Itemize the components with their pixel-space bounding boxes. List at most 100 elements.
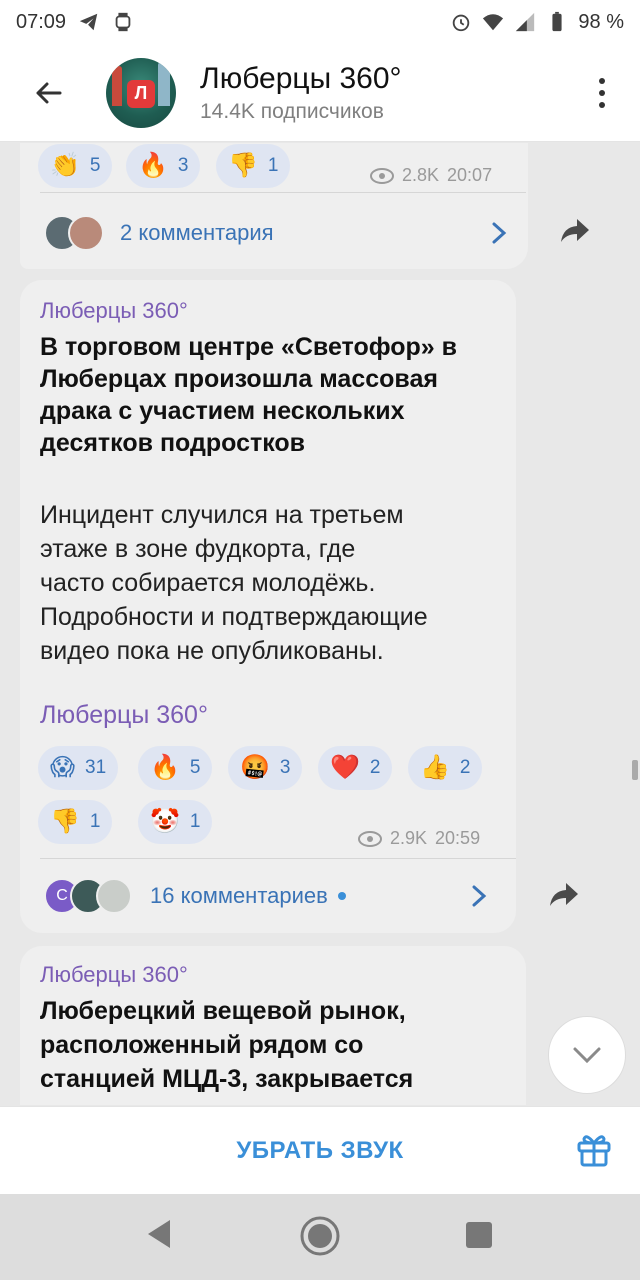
- reaction-count: 5: [189, 757, 201, 778]
- reaction-chip[interactable]: 🤡 1: [138, 800, 213, 844]
- post-text-line: Инцидент случился на третьем: [40, 501, 404, 529]
- post-text-line: часто собирается молодёжь.: [40, 569, 376, 597]
- chat-header: Л Люберцы 360° 14.4K подписчиков: [0, 44, 640, 142]
- reaction-count: 1: [89, 811, 101, 832]
- signal-icon: [516, 12, 535, 32]
- reaction-count: 3: [279, 757, 291, 778]
- divider: [40, 192, 526, 193]
- nav-home-button[interactable]: [298, 1214, 342, 1263]
- reaction-count: 2: [459, 757, 471, 778]
- sender-name[interactable]: Люберцы 360°: [40, 962, 188, 988]
- circle-home-icon: [300, 1216, 340, 1256]
- share-arrow-icon: [561, 219, 589, 242]
- reaction-count: 2: [369, 757, 381, 778]
- reaction-chip[interactable]: 🤬 3: [228, 746, 303, 790]
- dot-icon: [599, 77, 605, 84]
- more-menu-button[interactable]: [590, 73, 614, 113]
- reaction-chip[interactable]: 🔥 3: [126, 144, 201, 188]
- subscriber-count: 14.4K подписчиков: [200, 99, 384, 123]
- scrollbar-thumb[interactable]: [632, 760, 638, 780]
- thumbs-down-icon: 👎: [228, 152, 258, 179]
- channel-bottom-bar: УБРАТЬ ЗВУК: [0, 1106, 640, 1194]
- clown-face-icon: 🤡: [150, 808, 180, 835]
- reaction-chip[interactable]: 👎 1: [216, 144, 291, 188]
- channel-title: Люберцы 360°: [200, 61, 402, 95]
- status-time: 07:09: [16, 10, 67, 33]
- message-time: 20:07: [447, 165, 493, 185]
- commenter-avatar: [68, 215, 104, 251]
- post-title-line: драка с участием нескольких: [40, 397, 405, 425]
- post-text-line: видео пока не опубликованы.: [40, 637, 384, 665]
- mute-button[interactable]: УБРАТЬ ЗВУК: [236, 1137, 403, 1165]
- clapping-hands-icon: 👏: [50, 152, 80, 179]
- battery-icon: [552, 11, 562, 32]
- message-time: 20:59: [435, 828, 481, 848]
- message-list[interactable]: 👏 5 🔥 3 👎 1 2.8K 20:07 2 комментария Люб…: [0, 143, 640, 1105]
- reaction-count: 31: [85, 757, 107, 778]
- eye-icon: [370, 167, 394, 184]
- reaction-count: 1: [189, 811, 201, 832]
- screaming-face-icon: 😱: [50, 754, 76, 781]
- battery-level: 98 %: [578, 10, 624, 33]
- comments-link[interactable]: С 16 комментариев: [44, 872, 494, 920]
- avatar-logo: Л: [127, 79, 155, 108]
- post-title-line: десятков подростков: [40, 429, 306, 457]
- scroll-to-bottom-button[interactable]: [548, 1016, 626, 1094]
- post-title-line: станцией МЦД-3, закрывается: [40, 1065, 414, 1093]
- alarm-icon: [453, 14, 470, 32]
- commenter-avatar: [96, 878, 132, 914]
- share-button[interactable]: [551, 207, 599, 255]
- channel-info[interactable]: Люберцы 360° 14.4K подписчиков: [200, 62, 402, 124]
- message-meta: 2.9K 20:59: [358, 828, 480, 849]
- post-title-line: расположенный рядом со: [40, 1031, 364, 1059]
- chevron-right-icon: [484, 218, 514, 248]
- signature-link[interactable]: Люберцы 360°: [40, 698, 208, 732]
- wifi-icon: [483, 14, 504, 31]
- back-button[interactable]: [18, 63, 78, 123]
- comments-label: 16 комментариев: [150, 883, 328, 908]
- dot-icon: [599, 101, 605, 108]
- post-title-line: Люберецкий вещевой рынок,: [40, 997, 406, 1025]
- chevron-down-icon: [573, 1047, 601, 1064]
- reaction-chip[interactable]: 😱 31: [38, 746, 119, 790]
- post-title-line: Люберцах произошла массовая: [40, 365, 438, 393]
- message-bubble[interactable]: 👏 5 🔥 3 👎 1 2.8K 20:07 2 комментария: [20, 143, 528, 269]
- reaction-chip[interactable]: 👏 5: [38, 144, 113, 188]
- comments-link[interactable]: 2 комментария: [44, 209, 514, 257]
- red-heart-icon: ❤️: [330, 754, 360, 781]
- divider: [40, 858, 516, 859]
- reaction-chip[interactable]: 👍 2: [408, 746, 483, 790]
- sender-name[interactable]: Люберцы 360°: [40, 298, 188, 324]
- nav-recents-button[interactable]: [464, 1220, 494, 1255]
- post-title-line: В торговом центре «Светофор» в: [40, 333, 458, 361]
- eye-icon: [358, 830, 382, 847]
- reaction-count: 3: [177, 155, 189, 176]
- reaction-chip[interactable]: 🔥 5: [138, 746, 213, 790]
- reaction-chip[interactable]: 👎 1: [38, 800, 113, 844]
- post-text-line: этаже в зоне фудкорта, где: [40, 535, 356, 563]
- gift-button[interactable]: [576, 1131, 616, 1171]
- thumbs-up-icon: 👍: [420, 754, 450, 781]
- message-meta: 2.8K 20:07: [370, 165, 492, 186]
- reaction-count: 1: [267, 155, 279, 176]
- avatar-tower: [112, 65, 122, 106]
- view-count: 2.8K: [402, 165, 440, 185]
- reaction-count: 5: [89, 155, 101, 176]
- status-bar: 07:09 98 %: [0, 0, 640, 44]
- gift-icon: [577, 1135, 611, 1167]
- triangle-back-icon: [148, 1220, 170, 1248]
- message-bubble[interactable]: Люберцы 360° В торговом центре «Светофор…: [20, 280, 516, 933]
- view-count: 2.9K: [390, 828, 428, 848]
- channel-avatar[interactable]: Л: [106, 57, 176, 128]
- nav-back-button[interactable]: [144, 1216, 174, 1257]
- comments-label: 2 комментария: [120, 220, 274, 245]
- share-arrow-icon: [550, 883, 578, 906]
- square-recents-icon: [466, 1222, 492, 1248]
- avatar-building: [158, 61, 170, 106]
- watch-icon: [115, 12, 131, 32]
- share-button[interactable]: [540, 871, 588, 919]
- reaction-chip[interactable]: ❤️ 2: [318, 746, 393, 790]
- telegram-icon: [79, 13, 98, 31]
- message-bubble[interactable]: Люберцы 360° Люберецкий вещевой рынок, р…: [20, 946, 526, 1105]
- unread-dot: [337, 892, 346, 900]
